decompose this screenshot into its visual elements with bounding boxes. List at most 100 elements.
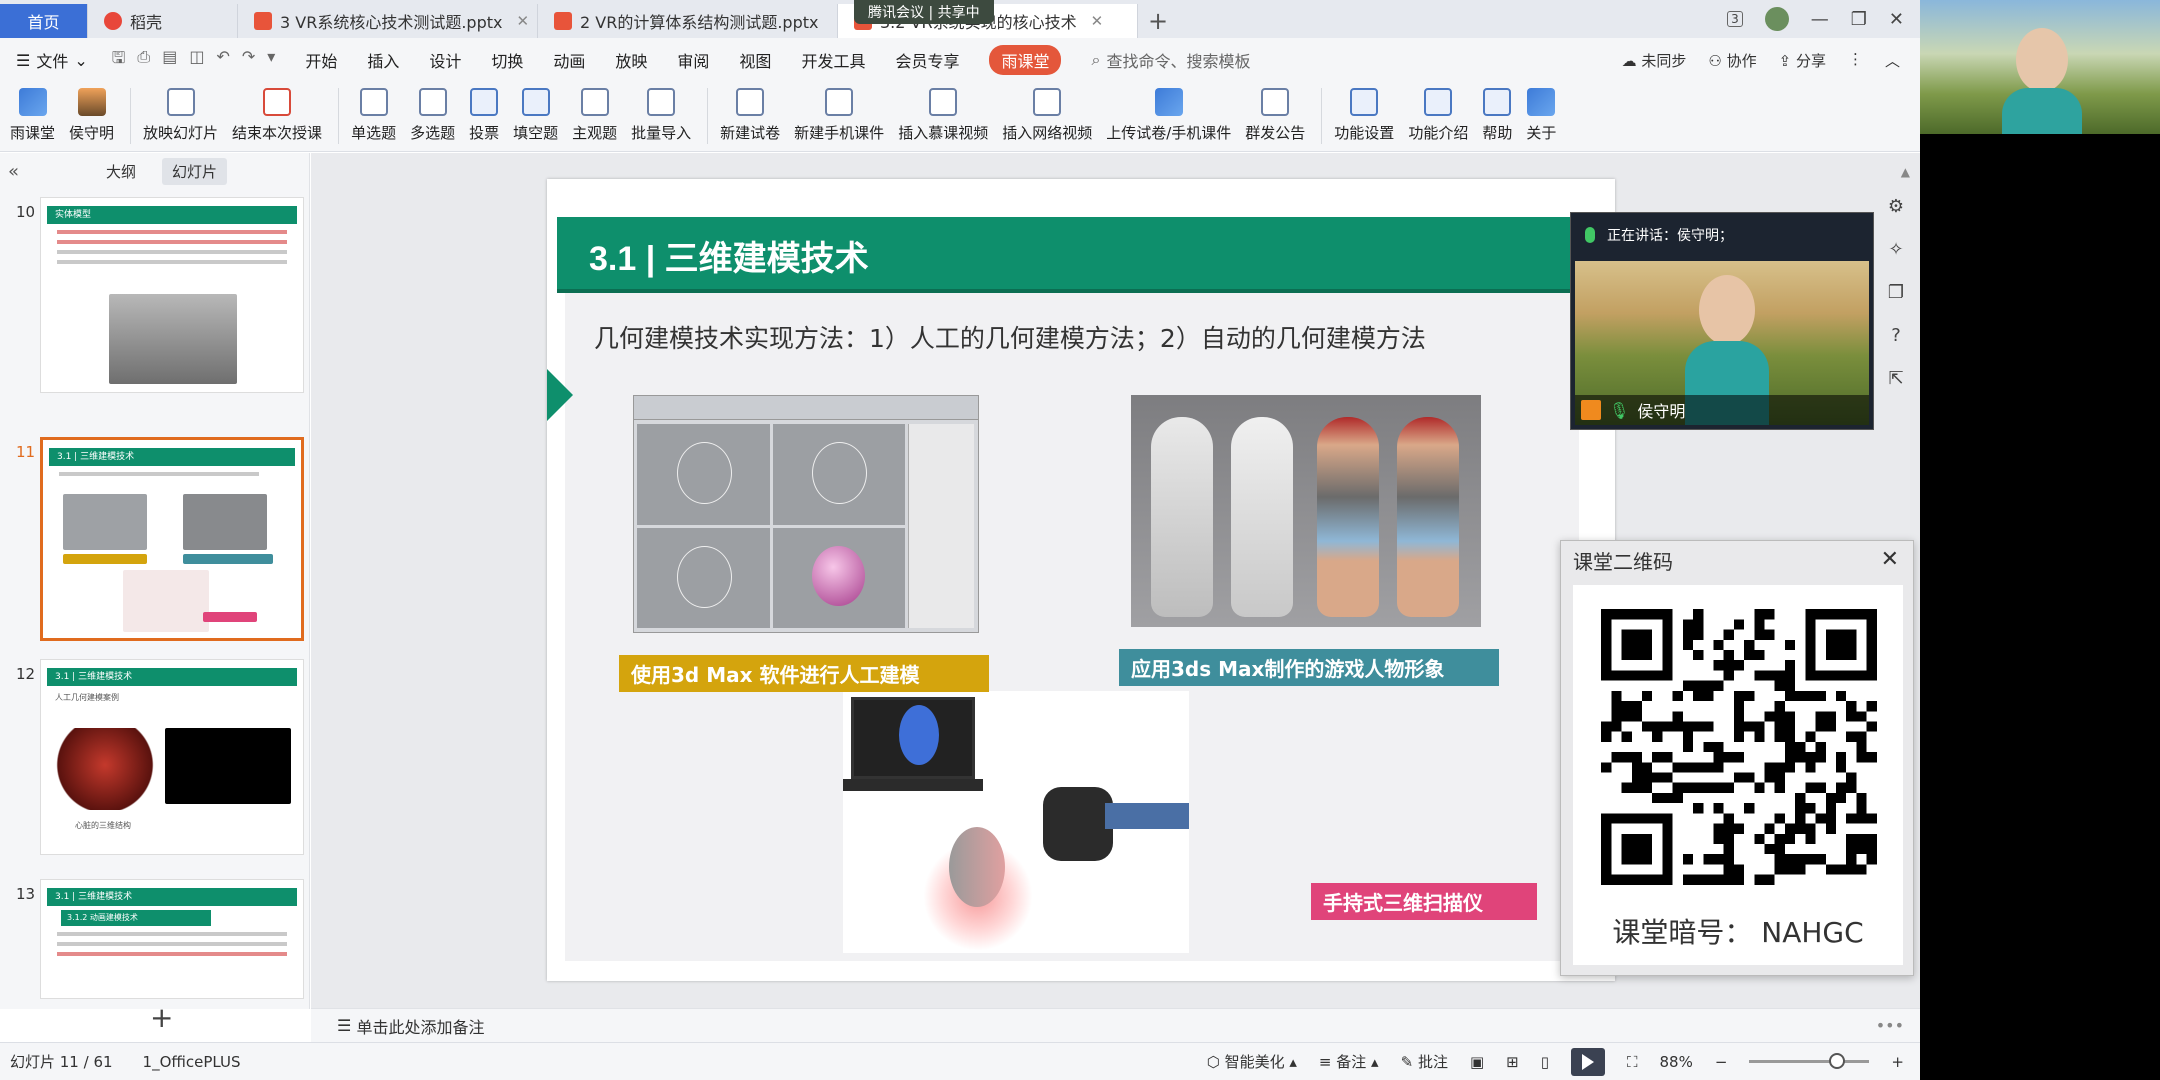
tab-document[interactable]: 2 VR的计算体系结构测试题.pptx bbox=[538, 4, 838, 38]
add-slide-button[interactable]: + bbox=[150, 1001, 173, 1034]
more-icon[interactable]: ••• bbox=[1876, 1016, 1920, 1035]
batch-import-button[interactable]: 批量导入 bbox=[631, 82, 691, 143]
tab-document[interactable]: 3 VR系统核心技术测试题.pptx ✕ bbox=[238, 4, 538, 38]
menu-item[interactable]: 会员专享 bbox=[895, 48, 959, 72]
start-slideshow-button[interactable]: 放映幻灯片 bbox=[143, 82, 218, 143]
menu-item[interactable]: 插入 bbox=[367, 48, 399, 72]
slide-thumbnail[interactable]: 3.1 | 三维建模技术 3.1.2 动画建模技术 bbox=[40, 879, 304, 999]
speaker-video-window[interactable]: 正在讲话：侯守明； 🎙 侯守明 bbox=[1570, 212, 1874, 430]
tab-docer[interactable]: 稻壳 bbox=[88, 4, 238, 38]
print-icon[interactable]: ⎙ bbox=[137, 47, 150, 74]
menu-item[interactable]: 放映 bbox=[615, 48, 647, 72]
menu-item[interactable]: 开始 bbox=[305, 48, 337, 72]
command-search[interactable]: ⌕ 查找命令、搜索模板 bbox=[1091, 48, 1250, 72]
normal-view-icon[interactable]: ▣ bbox=[1470, 1053, 1484, 1071]
grid-view-icon[interactable]: ⊞ bbox=[1506, 1053, 1519, 1071]
pin-icon[interactable]: ✧ bbox=[1888, 239, 1903, 260]
slide-thumbnail-selected[interactable]: 3.1 | 三维建模技术 bbox=[40, 437, 304, 641]
tab-outline[interactable]: 大纲 bbox=[106, 161, 136, 182]
minimize-icon[interactable]: — bbox=[1811, 9, 1829, 30]
features-button[interactable]: 功能介绍 bbox=[1408, 82, 1468, 143]
copy-icon[interactable]: ❐ bbox=[1888, 282, 1904, 303]
window-count-badge[interactable]: 3 bbox=[1727, 11, 1743, 27]
collapse-panel-icon[interactable]: « bbox=[0, 161, 26, 182]
help-circle-icon[interactable]: ? bbox=[1891, 325, 1901, 346]
close-icon[interactable]: ✕ bbox=[1881, 547, 1899, 572]
caption-manual-modeling[interactable]: 使用3d Max 软件进行人工建模 bbox=[619, 655, 989, 692]
caption-scanner[interactable]: 手持式三维扫描仪 bbox=[1311, 883, 1537, 920]
menu-item[interactable]: 审阅 bbox=[677, 48, 709, 72]
zoom-slider-knob[interactable] bbox=[1828, 1053, 1845, 1069]
insert-mooc-video-button[interactable]: 插入慕课视频 bbox=[898, 82, 988, 143]
more-icon[interactable]: ⋮ bbox=[1848, 50, 1863, 71]
new-mobile-courseware-button[interactable]: 新建手机课件 bbox=[794, 82, 884, 143]
menu-item[interactable]: 视图 bbox=[739, 48, 771, 72]
file-menu[interactable]: ☰ 文件 ⌄ bbox=[16, 48, 88, 72]
tab-home[interactable]: 首页 bbox=[0, 4, 88, 38]
zoom-in-icon[interactable]: + bbox=[1891, 1053, 1904, 1071]
fit-window-icon[interactable]: ⛶ bbox=[1627, 1053, 1638, 1071]
menu-item-yuketang[interactable]: 雨课堂 bbox=[989, 45, 1062, 75]
save-icon[interactable]: 🖫 bbox=[112, 47, 126, 74]
redo-icon[interactable]: ↷ bbox=[242, 47, 255, 74]
image-game-characters[interactable] bbox=[1131, 395, 1481, 627]
slide-title[interactable]: 3.1 | 三维建模技术 bbox=[589, 231, 869, 280]
announcement-button[interactable]: 群发公告 bbox=[1245, 82, 1305, 143]
subjective-button[interactable]: 主观题 bbox=[572, 82, 617, 143]
image-handheld-scanner[interactable] bbox=[843, 691, 1189, 953]
user-button[interactable]: 侯守明 bbox=[69, 82, 114, 143]
close-icon[interactable]: ✕ bbox=[516, 12, 529, 30]
upload-button[interactable]: 上传试卷/手机课件 bbox=[1106, 82, 1231, 143]
sync-status[interactable]: ☁ 未同步 bbox=[1622, 50, 1687, 71]
theme-name[interactable]: 1_OfficePLUS bbox=[143, 1053, 241, 1071]
comment-button[interactable]: ✎ 批注 bbox=[1401, 1051, 1448, 1072]
zoom-slider[interactable] bbox=[1749, 1053, 1870, 1069]
close-window-icon[interactable]: ✕ bbox=[1889, 9, 1904, 30]
class-qr-panel[interactable]: 课堂二维码 ✕ 课堂暗号： NAHGC bbox=[1560, 540, 1914, 976]
notes-placeholder[interactable]: 单击此处添加备注 bbox=[356, 1014, 484, 1038]
slide-thumbnail[interactable]: 实体模型 bbox=[40, 197, 304, 393]
slide-subtitle[interactable]: 几何建模技术实现方法：1）人工的几何建模方法；2）自动的几何建模方法 bbox=[594, 319, 1426, 355]
remarks-button[interactable]: ≡ 备注 ▴ bbox=[1319, 1051, 1379, 1072]
collapse-ribbon-icon[interactable]: ︿ bbox=[1885, 50, 1900, 71]
settings-button[interactable]: 功能设置 bbox=[1334, 82, 1394, 143]
menu-item[interactable]: 设计 bbox=[429, 48, 461, 72]
new-tab-button[interactable]: + bbox=[1138, 4, 1178, 38]
about-button[interactable]: 关于 bbox=[1526, 82, 1556, 143]
slide-thumbnail[interactable]: 3.1 | 三维建模技术 人工几何建模案例 心脏的三维结构 bbox=[40, 659, 304, 855]
zoom-out-icon[interactable]: − bbox=[1715, 1053, 1728, 1071]
menu-item[interactable]: 动画 bbox=[553, 48, 585, 72]
menu-item[interactable]: 切换 bbox=[491, 48, 523, 72]
avatar[interactable] bbox=[1764, 7, 1789, 31]
export-icon[interactable]: ▤ bbox=[162, 47, 177, 74]
sliders-icon[interactable]: ⚙ bbox=[1888, 196, 1904, 217]
end-lesson-button[interactable]: 结束本次授课 bbox=[232, 82, 322, 143]
multi-choice-button[interactable]: 多选题 bbox=[410, 82, 455, 143]
slide[interactable]: 3.1 | 三维建模技术 几何建模技术实现方法：1）人工的几何建模方法；2）自动… bbox=[547, 179, 1615, 981]
new-test-button[interactable]: 新建试卷 bbox=[720, 82, 780, 143]
share-button[interactable]: ⇪ 分享 bbox=[1779, 50, 1826, 71]
single-choice-button[interactable]: 单选题 bbox=[351, 82, 396, 143]
vertical-scrollbar[interactable]: ▲ bbox=[1901, 165, 1910, 179]
preview-icon[interactable]: ◫ bbox=[189, 47, 204, 74]
smart-beautify-button[interactable]: ⬡ 智能美化 ▴ bbox=[1207, 1051, 1297, 1072]
collaborate-button[interactable]: ⚇ 协作 bbox=[1708, 50, 1756, 71]
caption-game-characters[interactable]: 应用3ds Max制作的游戏人物形象 bbox=[1119, 649, 1499, 686]
undo-icon[interactable]: ↶ bbox=[216, 47, 229, 74]
vote-button[interactable]: 投票 bbox=[469, 82, 499, 143]
share-screen-icon[interactable]: ⇱ bbox=[1888, 368, 1903, 389]
tab-slides[interactable]: 幻灯片 bbox=[162, 157, 228, 185]
reading-view-icon[interactable]: ▯ bbox=[1541, 1053, 1549, 1071]
image-3dmax-screenshot[interactable] bbox=[633, 395, 979, 633]
help-button[interactable]: 帮助 bbox=[1482, 82, 1512, 143]
zoom-level[interactable]: 88% bbox=[1660, 1053, 1693, 1071]
insert-web-video-button[interactable]: 插入网络视频 bbox=[1002, 82, 1092, 143]
meeting-indicator[interactable]: 腾讯会议 | 共享中 bbox=[854, 0, 994, 24]
customize-icon[interactable]: ▾ bbox=[267, 47, 275, 74]
restore-icon[interactable]: ❐ bbox=[1851, 9, 1867, 30]
menu-item[interactable]: 开发工具 bbox=[801, 48, 865, 72]
close-icon[interactable]: ✕ bbox=[1091, 12, 1104, 30]
yuketang-button[interactable]: 雨课堂 bbox=[10, 82, 55, 143]
play-slideshow-button[interactable] bbox=[1570, 1047, 1605, 1076]
fill-blank-button[interactable]: 填空题 bbox=[513, 82, 558, 143]
